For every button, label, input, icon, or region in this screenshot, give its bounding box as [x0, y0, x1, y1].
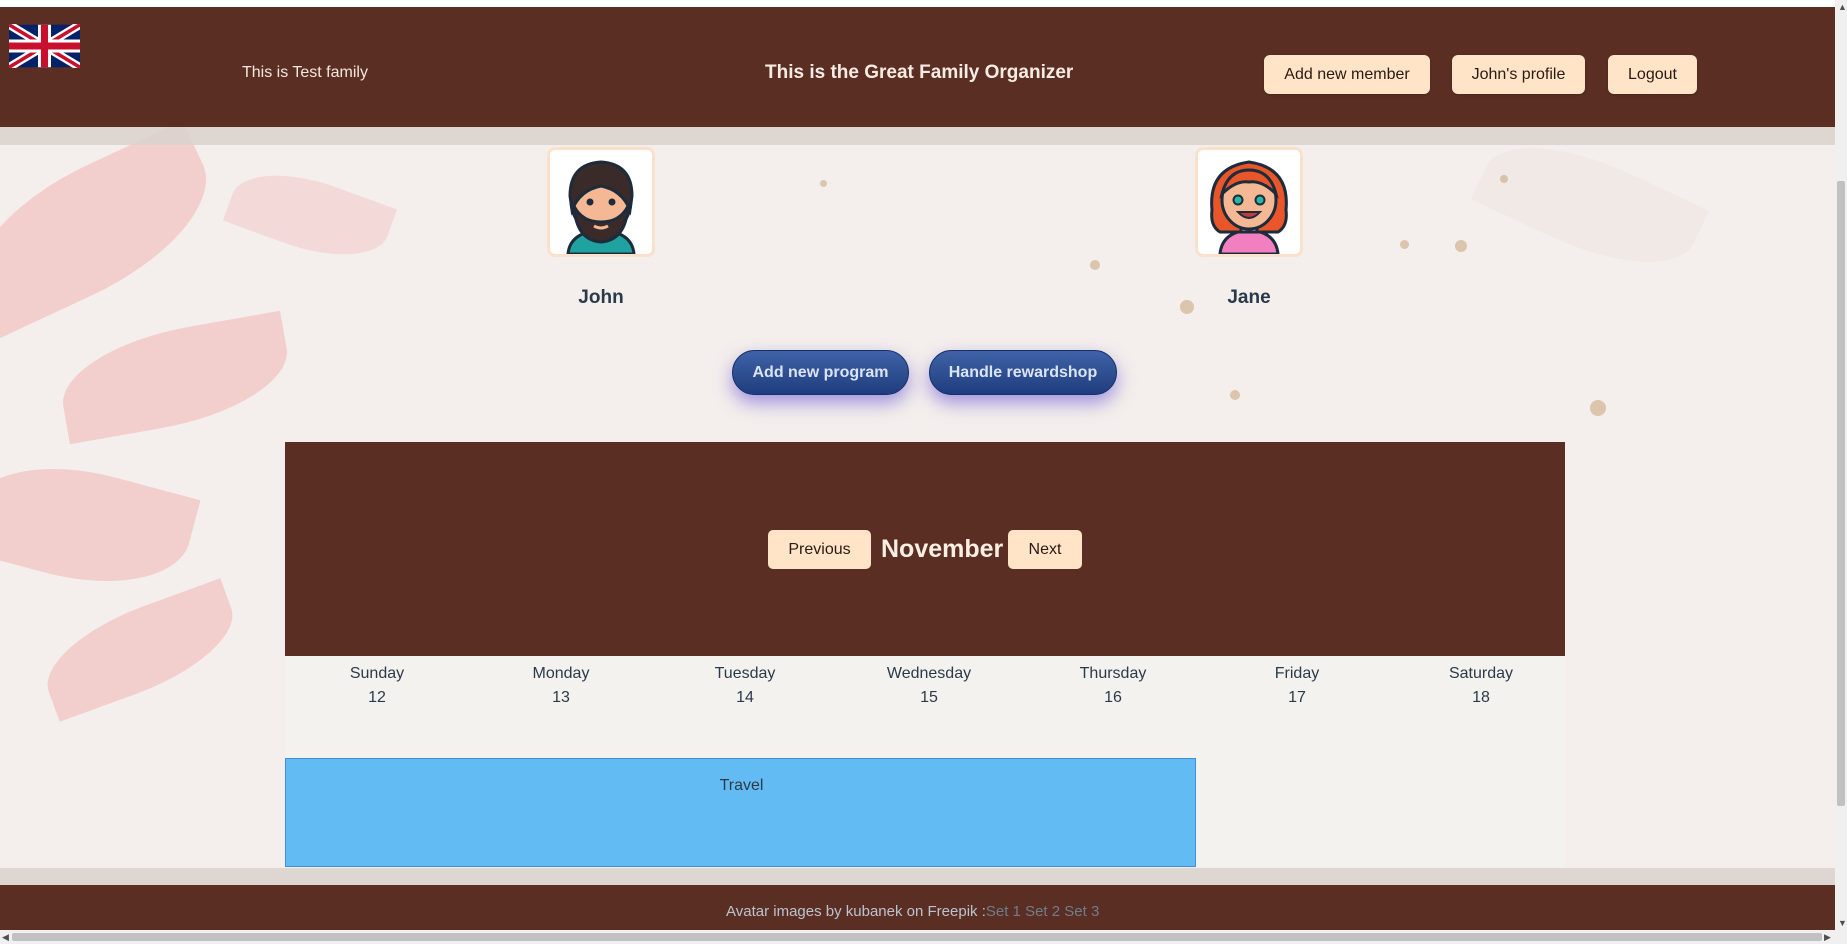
app-header: This is Test family This is the Great Fa…: [0, 7, 1835, 127]
family-name: This is Test family: [242, 64, 368, 81]
decor-speck: [1590, 400, 1606, 416]
credit-link-set-2[interactable]: Set 2: [1025, 903, 1060, 920]
day-column-friday[interactable]: Friday 17: [1205, 662, 1389, 710]
app-footer: Avatar images by kubanek on Freepik :Set…: [0, 885, 1835, 930]
redhead-woman-avatar-icon: [1198, 150, 1300, 254]
avatar-credit: Avatar images by kubanek on Freepik :Set…: [726, 903, 1099, 920]
app-title: This is the Great Family Organizer: [765, 62, 1074, 83]
day-name: Tuesday: [714, 665, 776, 682]
day-date: 17: [1288, 689, 1306, 706]
day-date: 13: [552, 689, 570, 706]
scroll-up-arrow-icon[interactable]: ▲: [1838, 2, 1847, 12]
member-card-jane[interactable]: Jane: [1189, 147, 1309, 309]
add-program-button[interactable]: Add new program: [732, 350, 909, 395]
decor-leaf: [0, 443, 201, 607]
credit-link-set-3[interactable]: Set 3: [1064, 903, 1099, 920]
member-name: John: [578, 287, 624, 308]
day-date: 14: [736, 689, 754, 706]
member-card-john[interactable]: John: [541, 147, 661, 309]
decor-speck: [1230, 390, 1240, 400]
profile-button[interactable]: John's profile: [1452, 55, 1585, 94]
members-row: John Jane: [0, 145, 1835, 345]
rewardshop-button[interactable]: Handle rewardshop: [929, 350, 1117, 395]
member-name: Jane: [1227, 287, 1271, 308]
credit-text: Avatar images by kubanek on Freepik :: [726, 903, 986, 920]
top-border: [0, 0, 1835, 7]
event-label: Travel: [719, 777, 764, 794]
day-column-wednesday[interactable]: Wednesday 15: [837, 662, 1021, 710]
footer-divider: [0, 868, 1835, 885]
page-background: This is Test family This is the Great Fa…: [0, 0, 1835, 930]
logout-button[interactable]: Logout: [1608, 55, 1697, 94]
day-name: Thursday: [1079, 665, 1147, 682]
day-name: Friday: [1274, 665, 1320, 682]
day-column-sunday[interactable]: Sunday 12: [285, 662, 469, 710]
avatar[interactable]: [547, 147, 655, 257]
uk-flag-icon[interactable]: [9, 24, 80, 68]
day-name: Wednesday: [886, 665, 972, 682]
scroll-down-arrow-icon[interactable]: ▼: [1838, 918, 1847, 928]
scroll-right-arrow-icon[interactable]: ▶: [1824, 932, 1831, 942]
add-member-button[interactable]: Add new member: [1264, 55, 1430, 94]
next-week-button[interactable]: Next: [1008, 530, 1082, 569]
scroll-left-arrow-icon[interactable]: ◀: [2, 932, 9, 942]
day-name: Saturday: [1448, 665, 1514, 682]
day-date: 16: [1104, 689, 1122, 706]
day-column-thursday[interactable]: Thursday 16: [1021, 662, 1205, 710]
day-column-monday[interactable]: Monday 13: [469, 662, 653, 710]
calendar: Previous November Next Sunday 12 Monday …: [285, 442, 1565, 867]
avatar[interactable]: [1195, 147, 1303, 257]
previous-week-button[interactable]: Previous: [768, 530, 871, 569]
calendar-month: November: [881, 535, 1004, 563]
day-date: 12: [368, 689, 386, 706]
horizontal-scroll-thumb[interactable]: [12, 933, 1822, 941]
bearded-man-avatar-icon: [550, 150, 652, 254]
credit-link-set-1[interactable]: Set 1: [986, 903, 1021, 920]
day-name: Monday: [532, 665, 590, 682]
day-name: Sunday: [349, 665, 405, 682]
calendar-event-travel[interactable]: Travel: [285, 758, 1196, 867]
day-date: 18: [1472, 689, 1490, 706]
day-date: 15: [920, 689, 938, 706]
header-divider: [0, 127, 1835, 145]
calendar-header: Previous November Next: [285, 442, 1565, 656]
vertical-scroll-thumb[interactable]: [1837, 181, 1845, 806]
day-column-saturday[interactable]: Saturday 18: [1389, 662, 1573, 710]
day-column-tuesday[interactable]: Tuesday 14: [653, 662, 837, 710]
decor-leaf: [32, 578, 248, 722]
